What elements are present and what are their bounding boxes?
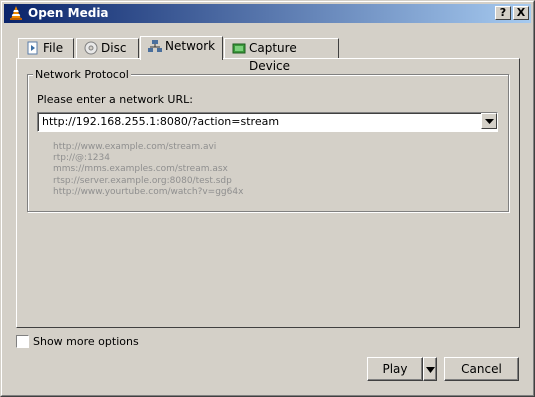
- group-title: Network Protocol: [33, 68, 131, 81]
- play-button[interactable]: Play: [367, 357, 423, 381]
- show-more-options-checkbox[interactable]: [16, 335, 29, 348]
- triangle-down-icon: [426, 367, 435, 373]
- tab-capture-device[interactable]: Capture Device: [224, 38, 339, 73]
- window-title: Open Media: [28, 6, 109, 20]
- tab-network-label: Network: [165, 39, 216, 53]
- tab-network[interactable]: Network: [140, 36, 223, 60]
- file-icon: [27, 41, 38, 55]
- capture-device-icon: [232, 43, 246, 54]
- play-options-button[interactable]: [423, 357, 437, 381]
- vlc-cone-icon: [10, 6, 22, 20]
- disc-icon: [84, 41, 98, 55]
- show-more-options-label[interactable]: Show more options: [33, 335, 139, 348]
- open-media-dialog: Open Media ? X File Disc Network Capture…: [0, 0, 535, 397]
- title-bar[interactable]: Open Media ? X: [4, 4, 531, 23]
- tab-disc-label: Disc: [101, 41, 127, 55]
- tab-disc[interactable]: Disc: [76, 38, 139, 59]
- close-button[interactable]: X: [513, 6, 529, 20]
- cancel-button[interactable]: Cancel: [444, 357, 519, 381]
- network-icon: [148, 40, 162, 52]
- network-tab-panel: [16, 58, 520, 328]
- help-button[interactable]: ?: [495, 6, 511, 20]
- tab-file[interactable]: File: [18, 38, 74, 59]
- tab-file-label: File: [43, 41, 64, 55]
